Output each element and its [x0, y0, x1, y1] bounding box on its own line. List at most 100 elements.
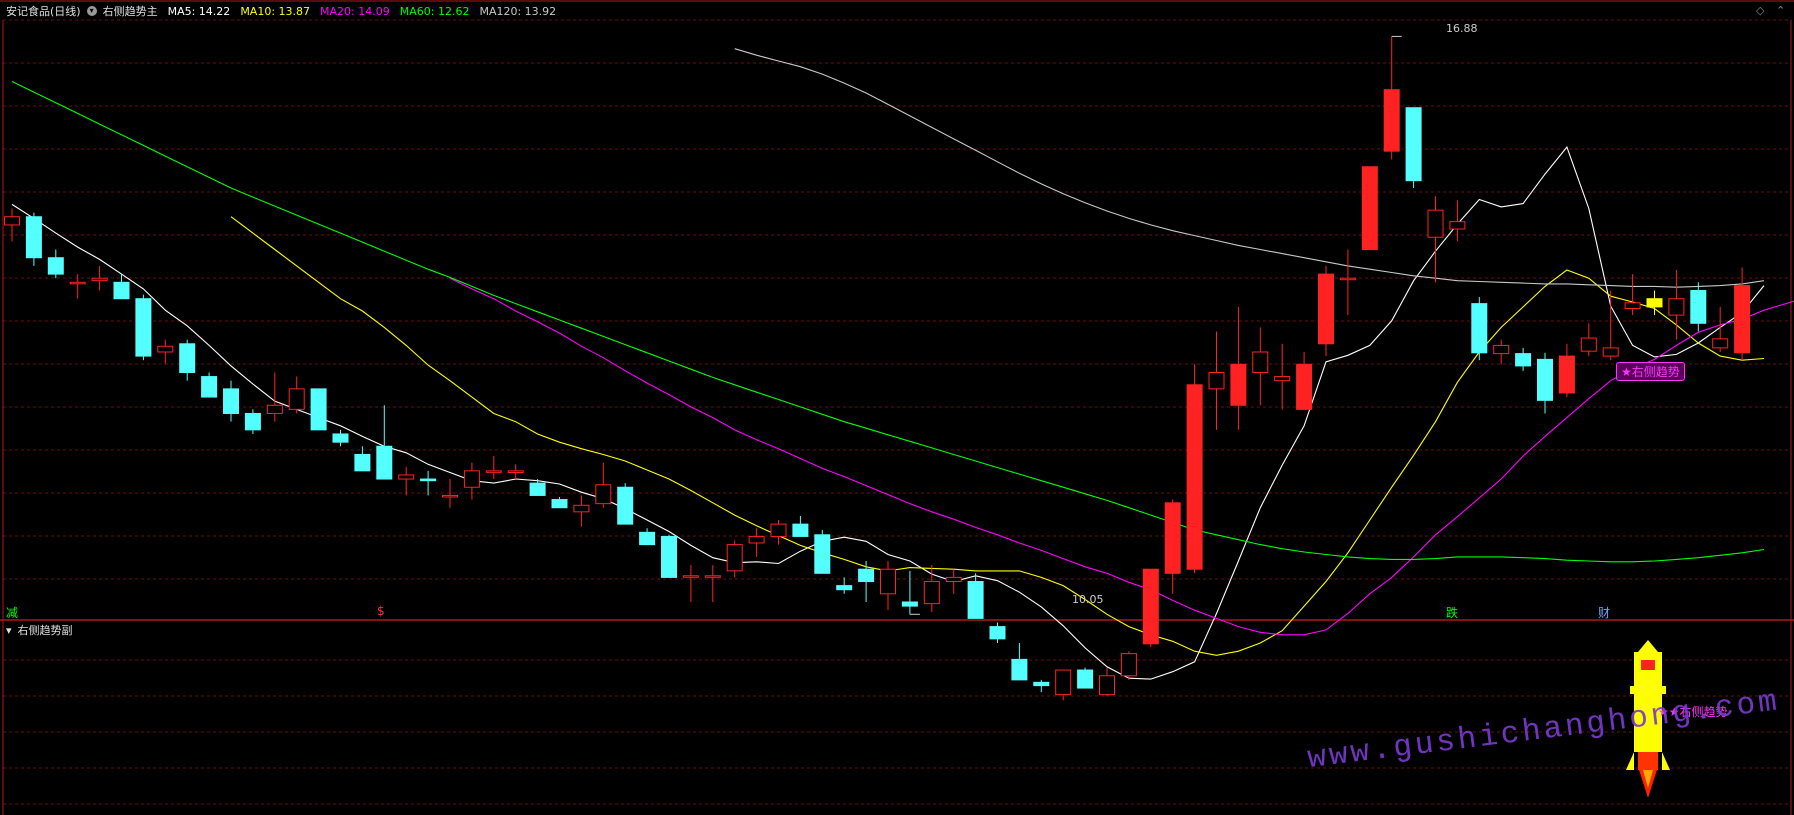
candle-body	[1142, 568, 1159, 645]
rocket-nose	[1638, 640, 1658, 652]
candle-body	[266, 404, 283, 414]
candle-body	[726, 544, 743, 572]
candle-body	[617, 486, 634, 525]
candle-body	[901, 601, 918, 607]
ma120-label: MA120: 13.92	[479, 4, 557, 18]
candle-body	[1493, 344, 1510, 355]
candle-body	[69, 281, 86, 285]
candle-body	[1361, 166, 1378, 251]
candle-body	[967, 581, 984, 619]
candle-body	[91, 277, 108, 282]
candle-body	[1208, 371, 1225, 390]
candle-body	[661, 535, 677, 578]
candle-body	[485, 470, 502, 473]
candle-body	[814, 534, 831, 574]
signal-badge: ★右侧趋势	[1616, 362, 1685, 381]
candle-body	[376, 445, 393, 480]
candle-body	[398, 474, 415, 480]
candle-body	[1690, 290, 1707, 324]
candle-body	[748, 535, 765, 544]
candle-body	[223, 388, 239, 414]
candle-body	[923, 581, 940, 605]
candle-body	[1120, 653, 1137, 677]
candle-body	[47, 257, 64, 275]
candle-body	[1011, 658, 1028, 681]
candle-body	[529, 482, 546, 496]
ma60-label: MA60: 12.62	[399, 4, 470, 18]
high-price-label: 16.88	[1446, 22, 1478, 35]
candle-body	[1734, 285, 1751, 354]
candle-body	[507, 470, 524, 473]
candle-body	[179, 343, 196, 373]
candle-body	[836, 585, 853, 591]
candle-body	[1646, 298, 1663, 308]
candle-body	[989, 626, 1006, 640]
ma60-line	[11, 81, 1765, 563]
candle-body	[551, 499, 568, 509]
candle-body	[1230, 363, 1247, 406]
candle-body	[442, 494, 458, 498]
indicator-name[interactable]: 右侧趋势主	[103, 3, 158, 19]
candle-body	[639, 531, 656, 546]
candle-body	[1383, 89, 1400, 152]
candle-body	[704, 575, 721, 578]
candle-body	[201, 376, 218, 398]
candle-body	[1405, 107, 1422, 182]
candle-body	[288, 388, 305, 410]
sub-indicator-name[interactable]: 右侧趋势副	[18, 622, 73, 638]
candle-body	[573, 504, 590, 513]
marker-jian: 减	[6, 606, 19, 620]
candle-body	[1274, 376, 1291, 382]
candle-body	[113, 281, 130, 300]
marker-dollar: $	[377, 604, 385, 618]
low-price-label: 10.05	[1072, 593, 1104, 606]
candle-body	[310, 388, 327, 431]
sub-panel-header: ▾ 右侧趋势副	[6, 622, 73, 638]
candle-body	[1339, 277, 1356, 281]
candle-body	[1427, 209, 1444, 238]
candle-body	[1252, 351, 1269, 373]
candle-body	[25, 216, 42, 259]
candle-body	[595, 484, 612, 505]
rocket-window	[1641, 660, 1655, 670]
candle-body	[1186, 384, 1203, 570]
ma20-label: MA20: 14.09	[320, 4, 390, 18]
ma20-line	[449, 277, 1794, 636]
candle-body	[1077, 669, 1094, 689]
sub-indicator-toggle-icon[interactable]: ▾	[6, 624, 12, 637]
candle-body	[682, 575, 699, 578]
candle-body	[332, 433, 349, 443]
kline-chart[interactable]	[0, 0, 1794, 815]
candle-body	[1668, 298, 1685, 316]
candle-body	[244, 412, 261, 431]
candle-body	[1449, 221, 1466, 230]
ma5-label: MA5: 14.22	[167, 4, 231, 18]
candle-body	[463, 470, 480, 488]
candle-body	[354, 453, 371, 472]
candle-body	[1580, 337, 1597, 352]
candle-body	[1712, 338, 1729, 349]
candle-body	[1624, 302, 1641, 310]
candle-body	[1515, 353, 1532, 367]
candle-body	[1558, 355, 1575, 394]
candle-body	[1055, 669, 1072, 696]
chevron-up-icon[interactable]: ⌃	[1776, 4, 1785, 17]
marker-die: 跌	[1446, 606, 1459, 620]
stock-title[interactable]: 安记食品(日线)	[6, 3, 81, 19]
candle-body	[157, 345, 174, 353]
rocket-band	[1630, 686, 1666, 694]
candle-body	[1296, 363, 1313, 410]
candle-body	[945, 576, 962, 583]
candle-body	[1164, 502, 1181, 574]
rocket-engine	[1638, 752, 1658, 770]
candle-body	[770, 523, 787, 537]
candle-body	[4, 216, 20, 226]
candle-body	[420, 478, 437, 482]
ma10-label: MA10: 13.87	[240, 4, 311, 18]
candle-body	[1471, 303, 1488, 354]
indicator-toggle-icon[interactable]: ▾	[86, 6, 97, 16]
candle-body	[858, 568, 875, 583]
candle-body	[792, 523, 809, 537]
diamond-icon[interactable]: ◇	[1756, 4, 1764, 17]
main-panel-header: 安记食品(日线) ▾ 右侧趋势主 MA5: 14.22 MA10: 13.87 …	[6, 3, 556, 19]
